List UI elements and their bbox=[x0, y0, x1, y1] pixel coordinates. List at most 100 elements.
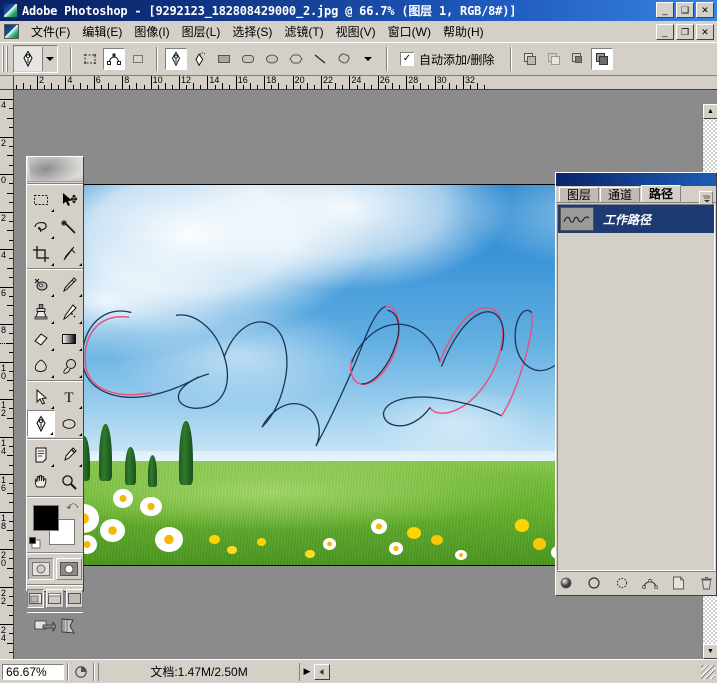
fill-path-with-foreground-button[interactable] bbox=[558, 575, 574, 591]
gradient-tool[interactable] bbox=[55, 325, 83, 352]
photoshop-window: Adobe Photoshop - [9292123_182808429000_… bbox=[0, 0, 717, 683]
menu-view[interactable]: 视图(V) bbox=[330, 21, 382, 42]
load-path-as-selection-button[interactable] bbox=[614, 575, 630, 591]
tab-layers[interactable]: 图层 bbox=[559, 187, 600, 202]
magic-wand-tool[interactable] bbox=[55, 213, 83, 240]
eyedropper-tool[interactable] bbox=[55, 441, 83, 468]
document-size-info: 文档:1.47M/2.50M bbox=[98, 662, 300, 681]
quick-mask-mode-button[interactable] bbox=[56, 558, 82, 580]
subtract-from-path-area-button[interactable] bbox=[543, 48, 565, 70]
ruler-label: 32 bbox=[465, 76, 476, 85]
freeform-pen-tool-button[interactable] bbox=[189, 48, 211, 70]
line-tool-button[interactable] bbox=[309, 48, 331, 70]
shape-layers-button[interactable] bbox=[79, 48, 101, 70]
pen-tool-button[interactable] bbox=[165, 48, 187, 70]
options-bar-grip[interactable] bbox=[2, 46, 10, 72]
auto-add-delete-checkbox[interactable]: ✓ bbox=[400, 52, 414, 66]
pen-tool[interactable] bbox=[27, 410, 55, 437]
type-tool[interactable]: T bbox=[55, 383, 83, 410]
hand-tool[interactable] bbox=[27, 468, 55, 495]
document-icon[interactable] bbox=[4, 24, 19, 39]
menu-image[interactable]: 图像(I) bbox=[128, 21, 175, 42]
custom-shape-dropdown-arrow[interactable] bbox=[357, 48, 379, 70]
toolbox-header[interactable] bbox=[27, 157, 83, 182]
standard-mode-button[interactable] bbox=[28, 558, 54, 580]
create-new-path-button[interactable] bbox=[670, 575, 686, 591]
dodge-tool[interactable] bbox=[55, 352, 83, 379]
delete-current-path-button[interactable] bbox=[698, 575, 714, 591]
default-colors-icon[interactable] bbox=[29, 537, 41, 549]
preview-icon[interactable] bbox=[72, 664, 90, 680]
tab-paths[interactable]: 路径 bbox=[641, 185, 682, 202]
rectangular-marquee-tool[interactable] bbox=[27, 186, 55, 213]
imageready-flag-icon[interactable] bbox=[59, 617, 77, 638]
tool-preset-dropdown-arrow[interactable] bbox=[43, 47, 57, 71]
list-item[interactable]: 工作路径 bbox=[558, 205, 714, 233]
eraser-tool[interactable] bbox=[27, 325, 55, 352]
ruler-minor-tick bbox=[58, 85, 60, 89]
document-work-area: 2 4 6 8 10 12 14 16 18 20 22 24 26 28 30 32 4 2 0 2 4 6 8 10 12… bbox=[0, 76, 717, 659]
ruler-corner[interactable] bbox=[0, 76, 14, 90]
menu-help[interactable]: 帮助(H) bbox=[437, 21, 490, 42]
standard-screen-mode-button[interactable] bbox=[27, 589, 45, 608]
zoom-tool[interactable] bbox=[55, 468, 83, 495]
jump-to-imageready-button[interactable] bbox=[34, 617, 56, 638]
intersect-path-areas-button[interactable] bbox=[567, 48, 589, 70]
tab-channels[interactable]: 通道 bbox=[600, 187, 641, 202]
scroll-up-arrow[interactable]: ▲ bbox=[703, 104, 717, 119]
swap-colors-icon[interactable]: ⤺ bbox=[66, 501, 78, 512]
add-to-path-area-button[interactable] bbox=[519, 48, 541, 70]
paths-button[interactable] bbox=[103, 48, 125, 70]
full-screen-with-menubar-button[interactable] bbox=[46, 589, 64, 608]
stroke-path-with-brush-button[interactable] bbox=[586, 575, 602, 591]
auto-add-delete-option[interactable]: ✓ 自动添加/删除 bbox=[400, 51, 494, 68]
brush-tool[interactable] bbox=[55, 271, 83, 298]
fill-pixels-button[interactable] bbox=[127, 48, 149, 70]
menu-layer[interactable]: 图层(L) bbox=[176, 21, 227, 42]
status-expand-button[interactable]: ▶ bbox=[300, 664, 314, 680]
crop-tool[interactable] bbox=[27, 240, 55, 267]
palette-titlebar[interactable] bbox=[556, 173, 716, 186]
options-separator-1 bbox=[70, 47, 72, 71]
flyout-triangle-icon bbox=[51, 263, 54, 266]
menu-select[interactable]: 选择(S) bbox=[226, 21, 278, 42]
slice-tool[interactable] bbox=[55, 240, 83, 267]
rectangle-tool-button[interactable] bbox=[213, 48, 235, 70]
doc-close-button[interactable]: ✕ bbox=[696, 24, 714, 40]
maximize-button[interactable]: ❑ bbox=[676, 2, 694, 18]
zoom-level-field[interactable]: 66.67% bbox=[2, 663, 64, 680]
vertical-ruler[interactable]: 4 2 0 2 4 6 8 10 12 14 16 18 20 22 24 bbox=[0, 90, 14, 659]
tool-preset-picker[interactable] bbox=[13, 45, 58, 73]
menu-edit[interactable]: 编辑(E) bbox=[76, 21, 128, 42]
ellipse-tool-button[interactable] bbox=[261, 48, 283, 70]
full-screen-mode-button[interactable] bbox=[65, 589, 83, 608]
foreground-color-swatch[interactable] bbox=[33, 505, 59, 531]
doc-minimize-button[interactable]: _ bbox=[656, 24, 674, 40]
status-popup-button[interactable] bbox=[314, 663, 330, 680]
history-brush-tool[interactable] bbox=[55, 298, 83, 325]
scroll-down-arrow[interactable]: ▼ bbox=[703, 644, 717, 659]
doc-restore-button[interactable]: ❐ bbox=[676, 24, 694, 40]
window-resize-grip[interactable] bbox=[701, 664, 715, 679]
healing-brush-tool[interactable] bbox=[27, 271, 55, 298]
blur-tool[interactable] bbox=[27, 352, 55, 379]
exclude-overlapping-path-areas-button[interactable] bbox=[591, 48, 614, 70]
path-selection-tool[interactable] bbox=[27, 383, 55, 410]
custom-shape-tool-button[interactable] bbox=[333, 48, 355, 70]
menu-filter[interactable]: 滤镜(T) bbox=[278, 21, 329, 42]
menu-window[interactable]: 窗口(W) bbox=[382, 21, 437, 42]
ellipse-shape-tool[interactable] bbox=[55, 410, 83, 437]
minimize-button[interactable]: _ bbox=[656, 2, 674, 18]
notes-tool[interactable] bbox=[27, 441, 55, 468]
move-tool[interactable] bbox=[55, 186, 83, 213]
horizontal-ruler[interactable]: 2 4 6 8 10 12 14 16 18 20 22 24 26 28 30 32 bbox=[14, 76, 717, 90]
lasso-tool[interactable] bbox=[27, 213, 55, 240]
rounded-rectangle-tool-button[interactable] bbox=[237, 48, 259, 70]
clone-stamp-tool[interactable] bbox=[27, 298, 55, 325]
polygon-tool-button[interactable] bbox=[285, 48, 307, 70]
make-work-path-from-selection-button[interactable] bbox=[642, 575, 658, 591]
palette-menu-button[interactable] bbox=[699, 191, 713, 205]
menu-file[interactable]: 文件(F) bbox=[25, 21, 76, 42]
toolbox-divider bbox=[27, 380, 83, 382]
close-button[interactable]: ✕ bbox=[696, 2, 714, 18]
